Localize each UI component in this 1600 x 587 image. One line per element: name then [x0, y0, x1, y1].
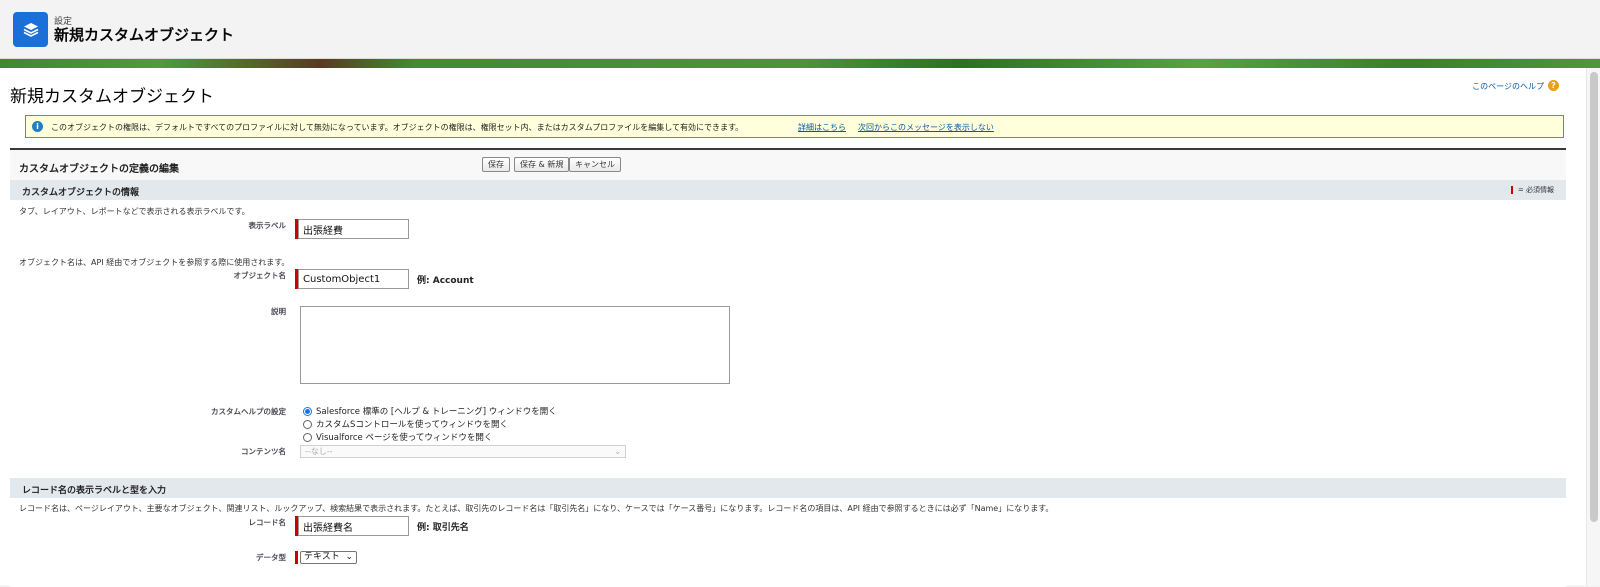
info-message-box: i このオブジェクトの権限は、デフォルトですべてのプロファイルに対して無効になっ… — [25, 115, 1564, 138]
info-icon: i — [32, 121, 43, 132]
radio-button[interactable] — [303, 406, 312, 416]
help-option-label: Salesforce 標準の [ヘルプ & トレーニング] ウィンドウを開く — [316, 407, 557, 417]
help-option-visualforce[interactable]: Visualforce ページを使ってウィンドウを開く — [303, 431, 492, 443]
save-new-button[interactable]: 保存 & 新規 — [514, 157, 570, 172]
required-legend: = 必須情報 — [1510, 185, 1554, 195]
data-type-label: データ型 — [256, 553, 286, 562]
page-title: 新規カスタムオブジェクト — [10, 87, 214, 107]
api-name-hint: オブジェクト名は、API 経由でオブジェクトを参照する際に使用されます。 — [19, 258, 290, 267]
description-label: 説明 — [271, 307, 286, 316]
section-header-record-name: レコード名の表示ラベルと型を入力 — [10, 478, 1566, 498]
object-name-example: 例: Account — [417, 276, 474, 286]
custom-help-label: カスタムヘルプの設定 — [211, 407, 286, 416]
chevron-down-icon: ⌄ — [614, 447, 621, 456]
help-option-scontrol[interactable]: カスタムSコントロールを使ってウィンドウを開く — [303, 418, 508, 430]
label-input[interactable] — [298, 219, 409, 239]
help-link[interactable]: このページのヘルプ — [1472, 81, 1544, 92]
info-message: このオブジェクトの権限は、デフォルトですべてのプロファイルに対して無効になってい… — [51, 123, 744, 132]
help-option-label: カスタムSコントロールを使ってウィンドウを開く — [316, 420, 508, 430]
scrollbar-thumb[interactable] — [1590, 72, 1598, 522]
edit-form: カスタムオブジェクトの定義の編集 保存 保存 & 新規 キャンセル カスタムオブ… — [10, 148, 1566, 587]
section-title: カスタムオブジェクトの情報 — [22, 188, 140, 198]
radio-button[interactable] — [303, 432, 312, 442]
object-name-label: オブジェクト名 — [233, 271, 287, 280]
help-option-label: Visualforce ページを使ってウィンドウを開く — [316, 433, 493, 443]
edit-form-header: カスタムオブジェクトの定義の編集 保存 保存 & 新規 キャンセル — [10, 150, 1566, 180]
record-name-input[interactable] — [298, 516, 409, 536]
object-name-input[interactable] — [298, 269, 409, 289]
help-option-standard[interactable]: Salesforce 標準の [ヘルプ & トレーニング] ウィンドウを開く — [303, 405, 557, 417]
label-hint: タブ、レイアウト、レポートなどで表示される表示ラベルです。 — [19, 207, 250, 216]
section-header-object-info: カスタムオブジェクトの情報 = 必須情報 — [10, 180, 1566, 200]
app-header: 設定 新規カスタムオブジェクト — [0, 0, 1600, 59]
details-link[interactable]: 詳細はこちら — [798, 122, 846, 133]
record-name-hint: レコード名は、ページレイアウト、主要なオブジェクト、関連リスト、ルックアップ、検… — [19, 504, 1054, 513]
data-type-value: テキスト — [304, 552, 340, 562]
help-icon[interactable]: ? — [1548, 80, 1559, 91]
cancel-button[interactable]: キャンセル — [569, 157, 621, 172]
object-info-body: タブ、レイアウト、レポートなどで表示される表示ラベルです。 表示ラベル オブジェ… — [10, 200, 1566, 478]
dismiss-message-link[interactable]: 次回からこのメッセージを表示しない — [858, 122, 994, 133]
record-name-example: 例: 取引先名 — [417, 523, 469, 533]
content-name-label: コンテンツ名 — [241, 447, 286, 456]
description-textarea[interactable] — [300, 306, 730, 384]
header-title: 新規カスタムオブジェクト — [54, 26, 235, 44]
record-name-label: レコード名 — [248, 518, 287, 527]
section-title: レコード名の表示ラベルと型を入力 — [22, 486, 167, 496]
vertical-scrollbar[interactable] — [1586, 68, 1600, 585]
content-name-select: --なし-- ⌄ — [300, 445, 626, 458]
chevron-down-icon: ⌄ — [345, 552, 353, 562]
label-field-label: 表示ラベル — [248, 221, 287, 230]
edit-form-title: カスタムオブジェクトの定義の編集 — [19, 164, 179, 175]
required-marker — [1510, 186, 1513, 194]
save-button[interactable]: 保存 — [482, 157, 510, 172]
main-panel: 新規カスタムオブジェクト このページのヘルプ ? i このオブジェクトの権限は、… — [0, 68, 1586, 587]
layers-icon — [13, 12, 48, 47]
required-marker — [295, 551, 298, 564]
record-name-body: レコード名は、ページレイアウト、主要なオブジェクト、関連リスト、ルックアップ、検… — [10, 498, 1566, 587]
content-name-value: --なし-- — [305, 447, 333, 456]
radio-button[interactable] — [303, 419, 312, 429]
required-legend-text: = 必須情報 — [1517, 186, 1554, 194]
data-type-select[interactable]: テキスト ⌄ — [300, 551, 357, 564]
